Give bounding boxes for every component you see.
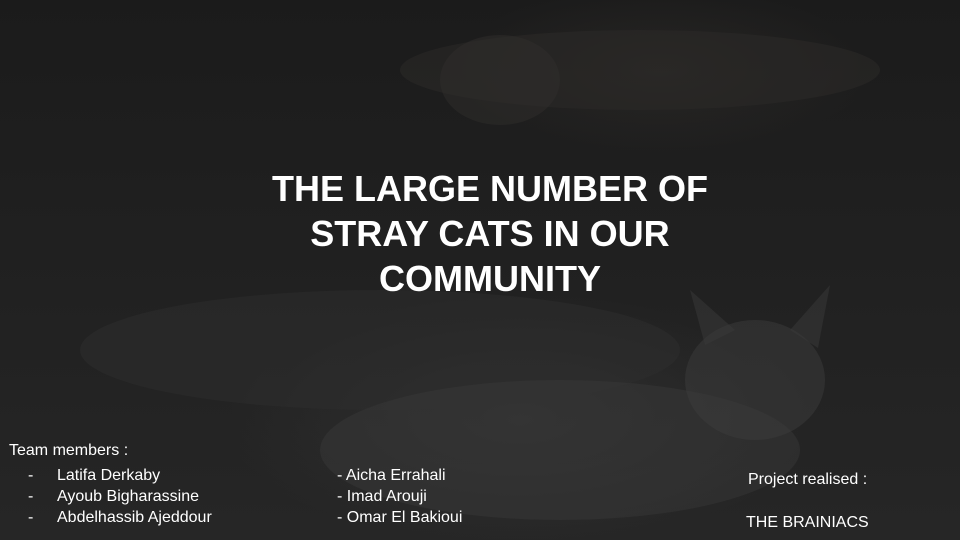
- team-members-list-right: - Aicha Errahali - Imad Arouji - Omar El…: [337, 465, 462, 528]
- team-member: - Abdelhassib Ajeddour: [9, 507, 212, 528]
- team-name: THE BRAINIACS: [746, 514, 869, 531]
- slide: THE LARGE NUMBER OF STRAY CATS IN OUR CO…: [0, 0, 960, 540]
- list-bullet: -: [28, 488, 34, 505]
- list-bullet: -: [28, 467, 34, 484]
- team-member: - Latifa Derkaby: [9, 465, 212, 486]
- project-realised-label: Project realised :: [748, 471, 868, 488]
- team-member-name: Latifa Derkaby: [57, 467, 161, 484]
- slide-title: THE LARGE NUMBER OF STRAY CATS IN OUR CO…: [200, 166, 780, 301]
- team-member-name: Ayoub Bigharassine: [57, 488, 200, 505]
- team-members-label: Team members :: [9, 442, 129, 459]
- team-member-name: Abdelhassib Ajeddour: [57, 509, 212, 526]
- team-member: - Ayoub Bigharassine: [9, 486, 212, 507]
- team-member: - Omar El Bakioui: [337, 509, 463, 526]
- list-bullet: -: [28, 509, 34, 526]
- team-member: - Aicha Errahali: [337, 467, 446, 484]
- team-member: - Imad Arouji: [337, 488, 427, 505]
- title-line: STRAY CATS IN OUR: [310, 213, 670, 254]
- cat-silhouette-top-head: [440, 35, 560, 125]
- title-line: COMMUNITY: [379, 258, 601, 299]
- title-line: THE LARGE NUMBER OF: [272, 168, 708, 209]
- team-members-list-left: - Latifa Derkaby - Ayoub Bigharassine - Abd…: [9, 465, 212, 528]
